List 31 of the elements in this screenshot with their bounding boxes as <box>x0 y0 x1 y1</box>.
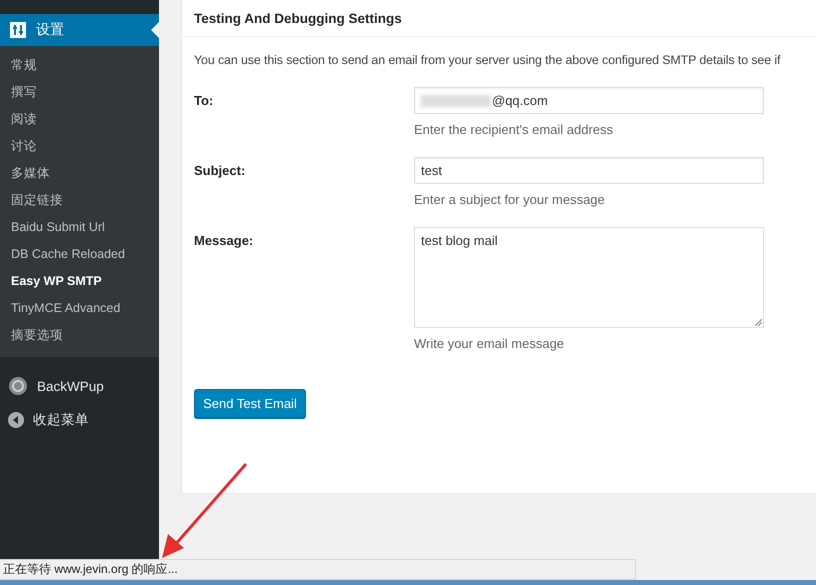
field-hint: Enter a subject for your message <box>414 192 606 207</box>
input-field[interactable]: @qq.com <box>414 87 764 114</box>
resize-handle-icon[interactable] <box>755 319 762 326</box>
plugin-icon[interactable] <box>8 376 28 396</box>
submenu-item[interactable]: 撰写 <box>0 79 159 106</box>
field-hint: Write your email message <box>414 336 566 351</box>
send-button[interactable]: Send Test Email <box>194 389 306 418</box>
field-label: Subject: <box>194 162 246 180</box>
submenu-item[interactable]: DB Cache Reloaded <box>0 241 159 268</box>
field-label: Message: <box>194 232 254 250</box>
sidebar-item[interactable]: 设置 <box>0 14 159 46</box>
submenu-item[interactable]: 多媒体 <box>0 160 159 187</box>
menu-item[interactable]: BackWPup <box>37 378 104 394</box>
submenu-item[interactable]: Easy WP SMTP <box>0 268 159 295</box>
submenu-item[interactable]: 阅读 <box>0 106 159 133</box>
status-text: 正在等待 www.jevin.org 的响应... <box>3 561 178 578</box>
field-label: To: <box>194 92 214 110</box>
submenu-item[interactable]: TinyMCE Advanced <box>0 295 159 322</box>
submenu-item[interactable]: Baidu Submit Url <box>0 214 159 241</box>
sliders-icon <box>10 22 26 38</box>
field-hint: Enter the recipient's email address <box>414 122 614 137</box>
menu-item[interactable]: 收起菜单 <box>33 411 89 429</box>
message-field[interactable]: test blog mail <box>414 227 764 328</box>
submenu-item[interactable]: 常规 <box>0 52 159 79</box>
collapse-icon[interactable] <box>8 412 24 428</box>
submenu-item[interactable]: 固定链接 <box>0 187 159 214</box>
section-description: You can use this section to send an email from your server using the above configured SMTP details to see if <box>193 52 782 67</box>
section-title: Testing And Debugging Settings <box>182 0 816 37</box>
submenu-item[interactable]: 摘要选项 <box>0 322 159 349</box>
submenu-item[interactable]: 讨论 <box>0 133 159 160</box>
input-field[interactable]: test <box>414 157 764 184</box>
